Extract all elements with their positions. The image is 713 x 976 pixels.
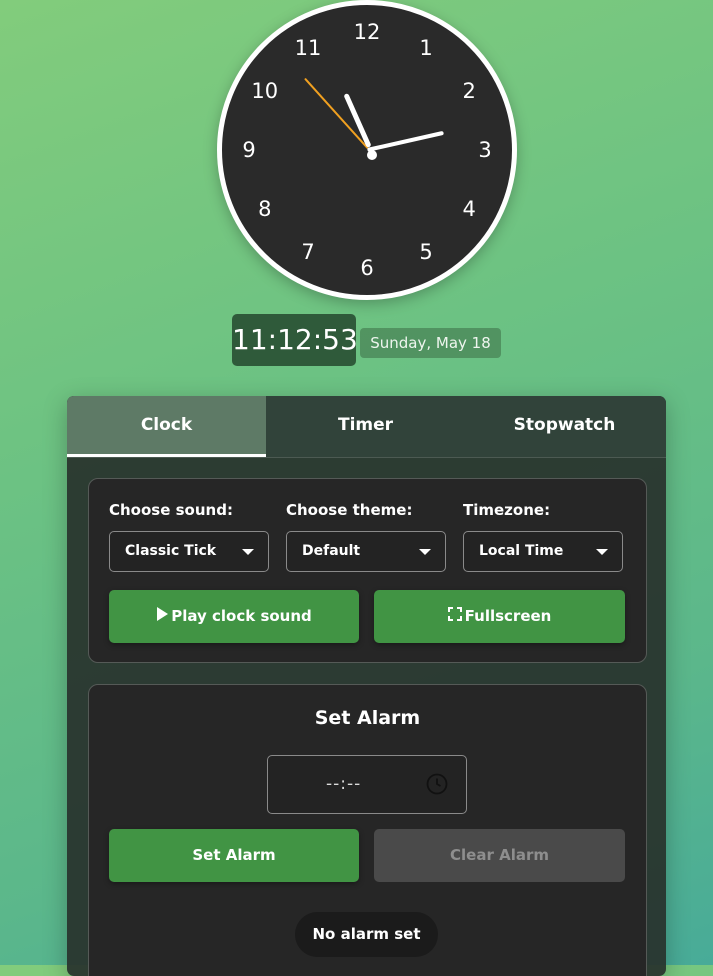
clock-number-2: 2 xyxy=(462,79,476,103)
theme-select-value: Default xyxy=(302,543,361,559)
tab-timer[interactable]: Timer xyxy=(266,396,465,457)
sound-label: Choose sound: xyxy=(109,501,233,519)
theme-select[interactable]: Default xyxy=(286,531,446,572)
tab-bar: Clock Timer Stopwatch xyxy=(67,396,666,458)
theme-label: Choose theme: xyxy=(286,501,413,519)
date-badge: Sunday, May 18 xyxy=(360,328,501,358)
clock-number-1: 1 xyxy=(419,35,433,60)
clock-number-6: 6 xyxy=(360,256,374,280)
play-icon xyxy=(156,590,169,643)
alarm-time-placeholder: --:-- xyxy=(326,774,362,794)
clock-settings-card: Choose sound: Choose theme: Timezone: Cl… xyxy=(88,478,647,663)
alarm-card: Set Alarm --:-- Set Alarm Clear Alarm No… xyxy=(88,684,647,976)
chevron-down-icon xyxy=(596,549,608,555)
timezone-select[interactable]: Local Time xyxy=(463,531,623,572)
set-alarm-button[interactable]: Set Alarm xyxy=(109,829,359,882)
timezone-select-value: Local Time xyxy=(479,543,564,559)
clock-number-12: 12 xyxy=(353,20,381,44)
fullscreen-label: Fullscreen xyxy=(464,607,552,625)
chevron-down-icon xyxy=(242,549,254,555)
alarm-time-input[interactable]: --:-- xyxy=(267,755,467,814)
clock-number-5: 5 xyxy=(419,240,433,265)
chevron-down-icon xyxy=(419,549,431,555)
clock-number-8: 8 xyxy=(258,197,272,221)
clock-icon[interactable] xyxy=(426,773,448,799)
digital-time-display: 11:12:53 xyxy=(232,314,358,366)
second-hand xyxy=(304,77,369,149)
play-clock-sound-button[interactable]: Play clock sound xyxy=(109,590,359,643)
clear-alarm-button[interactable]: Clear Alarm xyxy=(374,829,625,882)
tab-stopwatch[interactable]: Stopwatch xyxy=(465,396,664,457)
clock-number-10: 10 xyxy=(251,79,279,103)
clock-number-9: 9 xyxy=(242,138,256,162)
minute-hand xyxy=(367,130,444,152)
clock-number-11: 11 xyxy=(294,35,322,60)
play-clock-sound-label: Play clock sound xyxy=(171,607,312,625)
sound-select[interactable]: Classic Tick xyxy=(109,531,269,572)
clock-center-hub xyxy=(367,150,377,160)
alarm-status-badge: No alarm set xyxy=(295,912,438,957)
analog-clock: 12 1 2 3 4 5 6 7 8 9 10 11 xyxy=(217,0,517,300)
sound-select-value: Classic Tick xyxy=(125,543,217,559)
tab-clock[interactable]: Clock xyxy=(67,396,266,457)
timezone-label: Timezone: xyxy=(463,501,551,519)
fullscreen-button[interactable]: Fullscreen xyxy=(374,590,625,643)
clock-number-7: 7 xyxy=(301,240,315,265)
clock-number-3: 3 xyxy=(478,138,492,162)
alarm-title: Set Alarm xyxy=(314,707,421,729)
clock-number-4: 4 xyxy=(462,197,476,221)
control-panel: Clock Timer Stopwatch Choose sound: Choo… xyxy=(67,396,666,976)
fullscreen-icon xyxy=(447,590,462,643)
